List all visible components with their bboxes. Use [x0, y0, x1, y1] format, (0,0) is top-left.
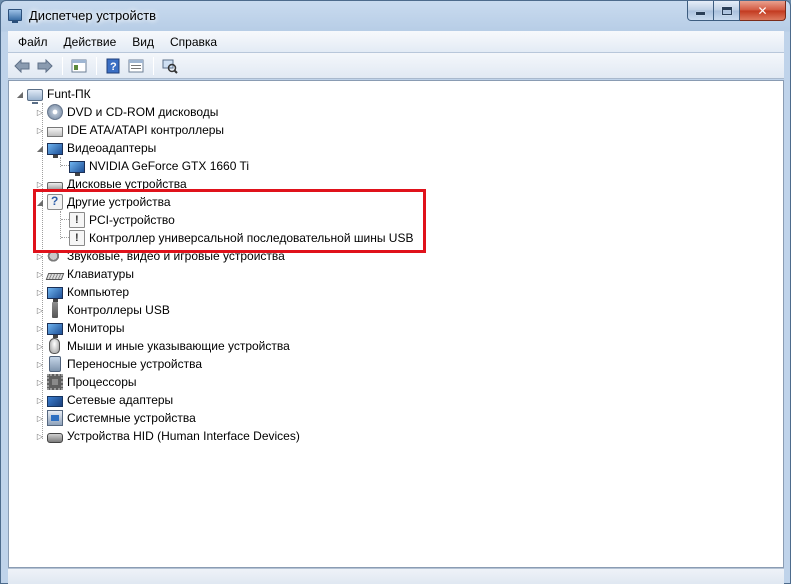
network-adapter-icon: [47, 395, 63, 407]
tree-item-label: Мониторы: [67, 321, 125, 335]
monitor-icon: [47, 322, 63, 338]
display-adapter-icon: [47, 142, 63, 158]
tree-root-label: Funt-ПК: [47, 87, 91, 101]
tree-item-label: Компьютер: [67, 285, 130, 299]
maximize-button[interactable]: [714, 1, 740, 21]
keyboard-icon: [45, 273, 65, 280]
tree-item-label: Клавиатуры: [67, 267, 134, 281]
caption-buttons: ✕: [687, 1, 786, 21]
monitor-icon: [69, 160, 85, 176]
properties-icon: [128, 59, 144, 72]
annotation-highlight-box: [33, 189, 426, 253]
window-title: Диспетчер устройств: [29, 8, 157, 23]
expand-icon[interactable]: ▷: [35, 179, 45, 189]
forward-arrow-icon: [37, 58, 53, 73]
scan-hardware-icon: [162, 59, 178, 74]
computer-icon: [47, 286, 63, 302]
menu-action[interactable]: Действие: [56, 32, 125, 52]
maximize-icon: [721, 6, 732, 15]
expand-icon[interactable]: ▷: [35, 359, 45, 369]
toolbar-separator: [96, 56, 97, 75]
expand-icon[interactable]: ▷: [35, 305, 45, 315]
device-tree[interactable]: ◢ Funt-ПК ▷ DVD и CD-ROM дисководы ▷ IDE…: [8, 80, 784, 568]
cpu-icon: [47, 374, 63, 390]
close-icon: ✕: [757, 3, 768, 18]
tree-item-usb-controllers[interactable]: ▷ Контроллеры USB: [35, 301, 170, 319]
computer-icon: [27, 89, 43, 104]
tree-item-hid[interactable]: ▷ Устройства HID (Human Interface Device…: [35, 427, 300, 445]
tree-item-monitors[interactable]: ▷ Мониторы: [35, 319, 125, 338]
device-manager-window: Диспетчер устройств ✕ Файл Действие Вид …: [0, 0, 791, 584]
forward-button[interactable]: [34, 56, 56, 76]
tree-item-label: DVD и CD-ROM дисководы: [67, 105, 219, 119]
back-button[interactable]: [11, 56, 33, 76]
tree-item-keyboards[interactable]: ▷ Клавиатуры: [35, 265, 134, 283]
device-manager-app-icon: [8, 9, 22, 23]
expand-icon[interactable]: ▷: [35, 395, 45, 405]
toolbar-separator: [62, 56, 63, 75]
scan-hardware-button[interactable]: [159, 56, 181, 76]
tree-item-ide[interactable]: ▷ IDE ATA/ATAPI контроллеры: [35, 121, 224, 139]
properties-button[interactable]: [125, 56, 147, 76]
tree-subitem-gpu[interactable]: NVIDIA GeForce GTX 1660 Ti: [69, 157, 250, 176]
mouse-icon: [49, 338, 60, 354]
expand-icon[interactable]: ▷: [35, 107, 45, 117]
portable-device-icon: [49, 356, 61, 372]
tree-item-label: Сетевые адаптеры: [67, 393, 174, 407]
toolbar: ?: [8, 53, 784, 79]
system-device-icon: [47, 410, 63, 426]
menu-bar: Файл Действие Вид Справка: [8, 31, 784, 53]
minimize-icon: [696, 12, 705, 15]
tree-item-label: Устройства HID (Human Interface Devices): [67, 429, 300, 443]
title-bar[interactable]: Диспетчер устройств ✕: [1, 1, 790, 31]
tree-item-display-adapters[interactable]: ◢ Видеоадаптеры: [35, 139, 157, 158]
tree-item-processors[interactable]: ▷ Процессоры: [35, 373, 137, 391]
ide-controller-icon: [47, 126, 63, 137]
expand-icon[interactable]: ▷: [35, 341, 45, 351]
expand-icon[interactable]: ▷: [35, 323, 45, 333]
tree-item-label: Системные устройства: [67, 411, 196, 425]
tree-item-label: Контроллеры USB: [67, 303, 170, 317]
tree-item-network[interactable]: ▷ Сетевые адаптеры: [35, 391, 173, 409]
tree-item-label: Видеоадаптеры: [67, 141, 157, 155]
collapse-icon[interactable]: ◢: [15, 89, 25, 99]
collapse-icon[interactable]: ◢: [35, 143, 45, 153]
tree-item-label: IDE ATA/ATAPI контроллеры: [67, 123, 225, 137]
menu-help[interactable]: Справка: [162, 32, 225, 52]
tree-item-computer[interactable]: ▷ Компьютер: [35, 283, 130, 302]
back-arrow-icon: [14, 58, 30, 73]
menu-view[interactable]: Вид: [124, 32, 162, 52]
tree-line: [61, 165, 69, 166]
usb-icon: [52, 302, 58, 318]
tree-item-mice[interactable]: ▷ Мыши и иные указывающие устройства: [35, 337, 290, 355]
tree-root[interactable]: ◢ Funt-ПК: [15, 85, 91, 104]
tree-item-dvd[interactable]: ▷ DVD и CD-ROM дисководы: [35, 103, 218, 121]
tree-item-portable[interactable]: ▷ Переносные устройства: [35, 355, 202, 373]
help-button[interactable]: ?: [102, 56, 124, 76]
tree-item-label: NVIDIA GeForce GTX 1660 Ti: [89, 159, 250, 173]
expand-icon[interactable]: ▷: [35, 125, 45, 135]
console-tree-icon: [71, 59, 87, 72]
toolbar-separator: [153, 56, 154, 75]
dvd-drive-icon: [47, 104, 63, 120]
menu-file[interactable]: Файл: [10, 32, 56, 52]
expand-icon[interactable]: ▷: [35, 413, 45, 423]
tree-item-label: Мыши и иные указывающие устройства: [67, 339, 290, 353]
expand-icon[interactable]: ▷: [35, 269, 45, 279]
show-hide-console-tree-button[interactable]: [68, 56, 90, 76]
tree-item-system[interactable]: ▷ Системные устройства: [35, 409, 196, 427]
hid-icon: [47, 432, 63, 443]
status-bar: [8, 568, 784, 584]
expand-icon[interactable]: ▷: [35, 287, 45, 297]
expand-icon[interactable]: ▷: [35, 377, 45, 387]
minimize-button[interactable]: [687, 1, 714, 21]
close-button[interactable]: ✕: [740, 1, 786, 21]
svg-text:?: ?: [110, 61, 117, 73]
tree-item-label: Переносные устройства: [67, 357, 203, 371]
tree-item-label: Процессоры: [67, 375, 137, 389]
help-icon: ?: [106, 58, 120, 73]
expand-icon[interactable]: ▷: [35, 431, 45, 441]
